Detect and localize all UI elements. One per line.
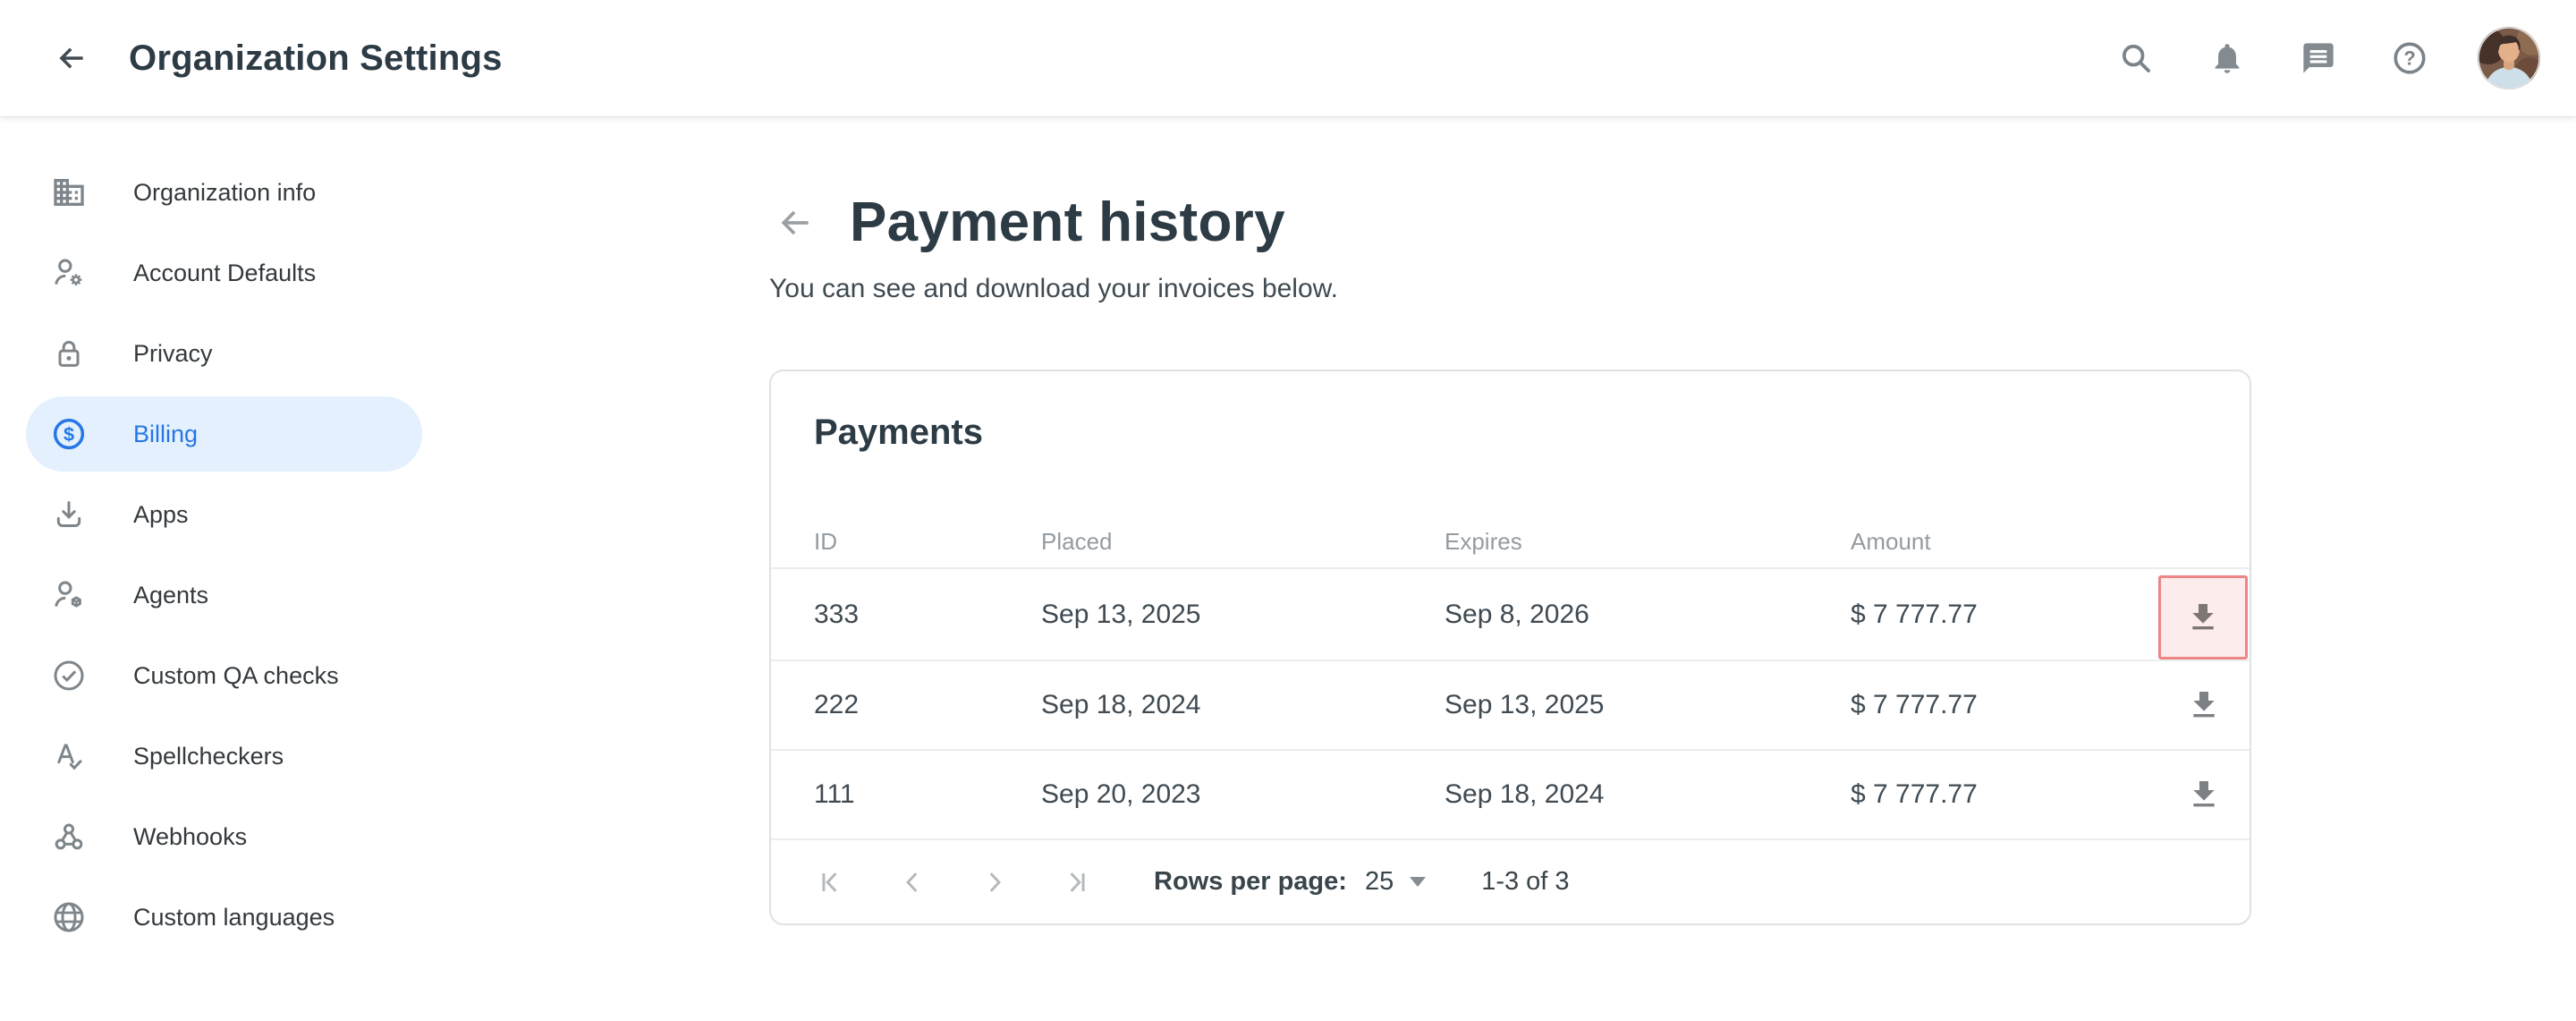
webhook-icon xyxy=(51,819,87,855)
next-page-icon xyxy=(979,867,1010,898)
topbar-actions: ? xyxy=(2113,27,2540,89)
table-row: 222 Sep 18, 2024 Sep 13, 2025 $ 7 777.77 xyxy=(771,661,2250,751)
sidebar-item-organization-info[interactable]: Organization info xyxy=(26,155,422,230)
search-button[interactable] xyxy=(2113,35,2159,81)
column-header-id: ID xyxy=(814,528,1041,556)
last-page-button[interactable] xyxy=(1057,863,1097,902)
back-arrow-icon xyxy=(55,41,89,75)
sidebar-item-privacy[interactable]: Privacy xyxy=(26,316,422,391)
cell-expires: Sep 18, 2024 xyxy=(1445,779,1851,810)
last-page-icon xyxy=(1062,867,1092,898)
previous-page-button[interactable] xyxy=(893,863,932,902)
svg-text:$: $ xyxy=(64,423,74,446)
cell-id: 222 xyxy=(814,690,1041,720)
check-circle-icon xyxy=(51,658,87,693)
sidebar-item-label: Agents xyxy=(133,582,208,609)
cell-placed: Sep 13, 2025 xyxy=(1041,600,1445,630)
payment-history-back-button[interactable] xyxy=(775,202,816,243)
spellcheck-icon xyxy=(51,738,87,774)
cell-placed: Sep 20, 2023 xyxy=(1041,779,1445,810)
download-invoice-button[interactable] xyxy=(2158,575,2248,659)
building-icon xyxy=(51,174,87,210)
sidebar-item-label: Webhooks xyxy=(133,823,247,851)
dropdown-arrow-icon xyxy=(1410,877,1426,887)
dollar-circle-icon: $ xyxy=(51,416,87,452)
cell-amount: $ 7 777.77 xyxy=(1851,690,2158,720)
sidebar-item-label: Apps xyxy=(133,501,189,529)
first-page-button[interactable] xyxy=(810,863,850,902)
first-page-icon xyxy=(815,867,845,898)
sidebar-item-label: Billing xyxy=(133,421,198,448)
sidebar-item-apps[interactable]: Apps xyxy=(26,477,422,552)
download-icon xyxy=(2185,600,2221,635)
back-arrow-icon xyxy=(775,203,815,242)
cell-amount: $ 7 777.77 xyxy=(1851,600,2158,630)
chat-button[interactable] xyxy=(2295,35,2342,81)
avatar-image xyxy=(2478,27,2540,89)
page-title: Organization Settings xyxy=(129,38,503,79)
cell-expires: Sep 13, 2025 xyxy=(1445,690,1851,720)
rows-per-page-label: Rows per page: xyxy=(1154,867,1347,897)
cell-expires: Sep 8, 2026 xyxy=(1445,600,1851,630)
download-icon xyxy=(2186,777,2222,813)
help-icon: ? xyxy=(2391,39,2428,77)
cell-placed: Sep 18, 2024 xyxy=(1041,690,1445,720)
column-header-placed: Placed xyxy=(1041,528,1445,556)
lock-icon xyxy=(51,336,87,371)
sidebar-item-label: Custom QA checks xyxy=(133,662,339,690)
payment-history-content: Payment history You can see and download… xyxy=(769,116,2272,925)
download-invoice-button[interactable] xyxy=(2158,751,2250,838)
chat-icon xyxy=(2301,40,2336,76)
cell-id: 111 xyxy=(814,779,1041,810)
sidebar-item-agents[interactable]: Agents xyxy=(26,557,422,633)
sidebar-item-custom-languages[interactable]: Custom languages xyxy=(26,880,422,955)
svg-text:?: ? xyxy=(2403,47,2415,69)
table-row: 333 Sep 13, 2025 Sep 8, 2026 $ 7 777.77 xyxy=(771,569,2250,661)
cell-amount: $ 7 777.77 xyxy=(1851,779,2158,810)
table-pagination: Rows per page: 25 1-3 of 3 xyxy=(771,840,2250,923)
download-tray-icon xyxy=(51,497,87,532)
notifications-button[interactable] xyxy=(2204,35,2250,81)
payments-card-title: Payments xyxy=(771,371,2250,453)
sidebar-item-custom-qa-checks[interactable]: Custom QA checks xyxy=(26,638,422,713)
column-header-expires: Expires xyxy=(1445,528,1851,556)
payments-card: Payments ID Placed Expires Amount 333 Se… xyxy=(769,370,2251,925)
search-icon xyxy=(2118,40,2154,76)
settings-sidebar: Organization info Account Defaults Priva… xyxy=(0,116,447,960)
download-icon xyxy=(2186,687,2222,723)
notifications-icon xyxy=(2209,40,2245,76)
cell-id: 333 xyxy=(814,600,1041,630)
sidebar-item-label: Privacy xyxy=(133,340,213,368)
back-button[interactable] xyxy=(47,33,97,83)
help-button[interactable]: ? xyxy=(2386,35,2433,81)
payment-history-title: Payment history xyxy=(850,191,1285,254)
payment-history-subtitle: You can see and download your invoices b… xyxy=(769,274,2272,304)
sidebar-item-account-defaults[interactable]: Account Defaults xyxy=(26,235,422,311)
next-page-button[interactable] xyxy=(975,863,1014,902)
sidebar-item-label: Custom languages xyxy=(133,904,335,932)
sidebar-item-label: Spellcheckers xyxy=(133,743,284,770)
user-avatar[interactable] xyxy=(2478,27,2540,89)
sidebar-item-spellcheckers[interactable]: Spellcheckers xyxy=(26,719,422,794)
agent-cube-icon xyxy=(51,577,87,613)
download-invoice-button[interactable] xyxy=(2158,661,2250,749)
table-row: 111 Sep 20, 2023 Sep 18, 2024 $ 7 777.77 xyxy=(771,751,2250,840)
sidebar-item-billing[interactable]: $ Billing xyxy=(26,396,422,472)
previous-page-icon xyxy=(897,867,928,898)
globe-icon xyxy=(51,899,87,935)
rows-per-page-value: 25 xyxy=(1365,867,1394,897)
column-header-amount: Amount xyxy=(1851,528,2158,556)
sidebar-item-webhooks[interactable]: Webhooks xyxy=(26,799,422,874)
sidebar-item-label: Organization info xyxy=(133,179,316,207)
top-app-bar: Organization Settings ? xyxy=(0,0,2576,116)
account-gear-icon xyxy=(51,255,87,291)
payments-table-header: ID Placed Expires Amount xyxy=(771,515,2250,569)
sidebar-item-label: Account Defaults xyxy=(133,260,316,287)
rows-per-page-select[interactable]: 25 xyxy=(1347,867,1426,897)
pagination-range: 1-3 of 3 xyxy=(1481,867,1569,897)
